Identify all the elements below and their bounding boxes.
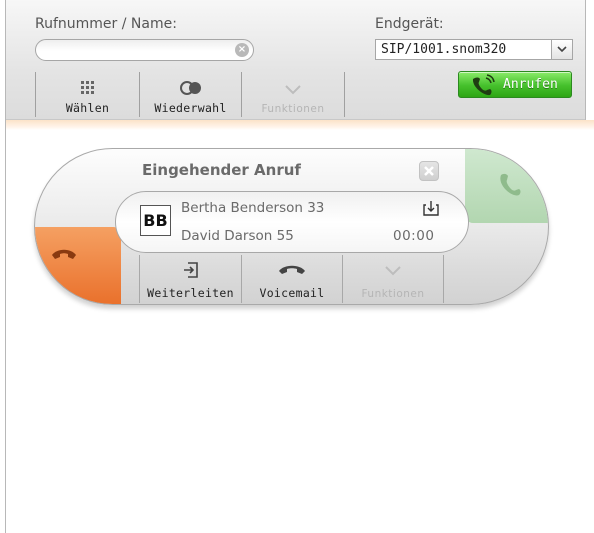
voicemail-button[interactable]: Voicemail (241, 255, 342, 303)
incoming-call-title: Eingehender Anruf (142, 161, 301, 179)
redial-button[interactable]: Wiederwahl (139, 72, 241, 117)
forward-button-label: Weiterleiten (147, 286, 234, 300)
phone-hangup-icon (49, 245, 79, 269)
search-input[interactable]: × (35, 39, 254, 61)
avatar: BB (140, 205, 171, 236)
call-button[interactable]: Anrufen (458, 71, 572, 98)
voicemail-button-label: Voicemail (259, 286, 325, 300)
functions-button-label: Funktionen (261, 103, 325, 115)
search-label: Rufnummer / Name: (35, 16, 177, 32)
chevron-down-icon[interactable] (551, 40, 572, 59)
call-duration: 00:00 (393, 228, 435, 244)
redial-icon (179, 80, 203, 99)
frame-border-right (585, 0, 586, 126)
clear-icon[interactable]: × (235, 43, 249, 57)
download-icon[interactable] (423, 200, 439, 220)
answer-button[interactable] (465, 149, 548, 223)
forward-button[interactable]: Weiterleiten (139, 255, 241, 303)
dial-button[interactable]: Wählen (35, 72, 139, 117)
voicemail-icon (277, 261, 307, 280)
phone-answer-icon (493, 171, 523, 205)
callee-name: David Darson 55 (181, 228, 294, 244)
chevron-down-icon (384, 261, 402, 280)
functions-button[interactable]: Funktionen (241, 72, 345, 117)
phone-call-icon (467, 74, 499, 100)
device-label: Endgerät: (375, 16, 444, 32)
forward-icon (182, 261, 200, 283)
device-selected-value: SIP/1001.snom320 (381, 42, 507, 57)
call-button-label: Anrufen (503, 77, 558, 92)
dial-button-label: Wählen (65, 101, 110, 115)
caller-name: Bertha Benderson 33 (181, 200, 325, 216)
hangup-button[interactable] (35, 227, 121, 304)
toolbar-separator (6, 120, 594, 130)
chevron-down-icon (284, 80, 302, 99)
redial-button-label: Wiederwahl (154, 101, 227, 115)
incoming-call-widget: Eingehender Anruf BB Bertha Benderson 33… (34, 148, 549, 305)
close-icon[interactable] (419, 161, 439, 181)
keypad-icon (80, 80, 96, 100)
call-functions-button-label: Funktionen (361, 288, 425, 300)
device-select[interactable]: SIP/1001.snom320 (375, 39, 573, 60)
call-functions-button[interactable]: Funktionen (342, 255, 444, 303)
